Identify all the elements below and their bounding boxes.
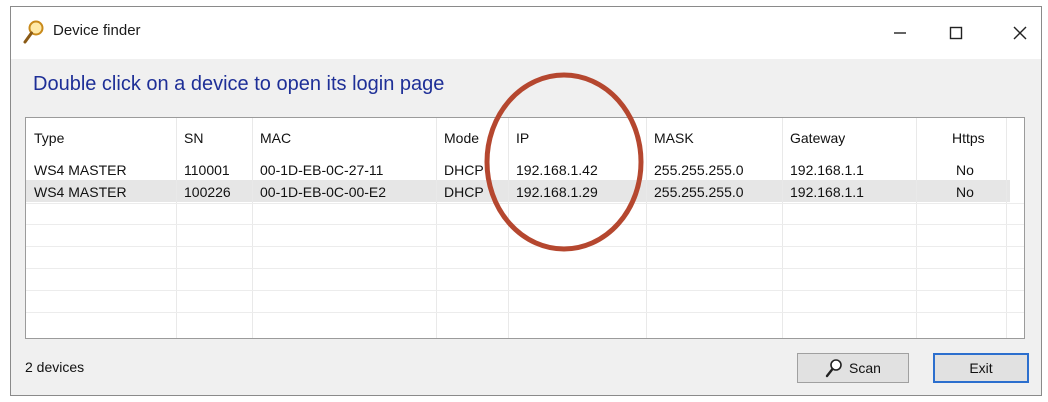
column-divider bbox=[252, 118, 253, 338]
column-header-mac[interactable]: MAC bbox=[260, 130, 291, 146]
column-divider bbox=[436, 118, 437, 338]
minimize-button[interactable] bbox=[877, 7, 923, 59]
device-count-status: 2 devices bbox=[25, 359, 85, 375]
column-divider bbox=[782, 118, 783, 338]
table-row-1-gateway[interactable]: 192.168.1.1 bbox=[790, 162, 864, 178]
column-divider bbox=[176, 118, 177, 338]
table-row-2-mac[interactable]: 00-1D-EB-0C-00-E2 bbox=[260, 184, 386, 200]
column-divider bbox=[1006, 118, 1007, 338]
exit-button-label: Exit bbox=[969, 360, 993, 376]
table-row-1-mask[interactable]: 255.255.255.0 bbox=[654, 162, 744, 178]
column-header-gateway[interactable]: Gateway bbox=[790, 130, 845, 146]
title-bar: Device finder bbox=[11, 7, 1041, 59]
table-row-2-https[interactable]: No bbox=[956, 184, 974, 200]
column-header-https[interactable]: Https bbox=[952, 130, 985, 146]
maximize-icon bbox=[949, 26, 963, 40]
row-divider bbox=[26, 290, 1024, 291]
scan-button[interactable]: Scan bbox=[797, 353, 909, 383]
table-row-2-sn[interactable]: 100226 bbox=[184, 184, 231, 200]
close-icon bbox=[1013, 26, 1027, 40]
column-header-mask[interactable]: MASK bbox=[654, 130, 694, 146]
column-divider bbox=[916, 118, 917, 338]
table-row-1-sn[interactable]: 110001 bbox=[184, 162, 230, 178]
row-divider bbox=[26, 312, 1024, 313]
column-header-type[interactable]: Type bbox=[34, 130, 64, 146]
window-title: Device finder bbox=[53, 22, 141, 39]
maximize-button[interactable] bbox=[933, 7, 979, 59]
table-row-2-gateway[interactable]: 192.168.1.1 bbox=[790, 184, 864, 200]
table-row-2-mask[interactable]: 255.255.255.0 bbox=[654, 184, 744, 200]
annotation-circle bbox=[484, 72, 644, 252]
magnifier-icon bbox=[23, 20, 44, 44]
instruction-heading: Double click on a device to open its log… bbox=[33, 73, 445, 95]
table-row-1-https[interactable]: No bbox=[956, 162, 974, 178]
table-row-1-type[interactable]: WS4 MASTER bbox=[34, 162, 127, 178]
exit-button[interactable]: Exit bbox=[933, 353, 1029, 383]
column-divider bbox=[646, 118, 647, 338]
minimize-icon bbox=[894, 32, 906, 34]
scan-button-label: Scan bbox=[849, 360, 881, 376]
magnifier-icon bbox=[825, 359, 842, 378]
table-row-2-type[interactable]: WS4 MASTER bbox=[34, 184, 127, 200]
row-divider bbox=[26, 268, 1024, 269]
table-row-1-mac[interactable]: 00-1D-EB-0C-27-11 bbox=[260, 162, 383, 178]
close-button[interactable] bbox=[997, 7, 1041, 59]
column-header-sn[interactable]: SN bbox=[184, 130, 203, 146]
device-finder-window: Device finder Double click on a device t… bbox=[10, 6, 1042, 396]
